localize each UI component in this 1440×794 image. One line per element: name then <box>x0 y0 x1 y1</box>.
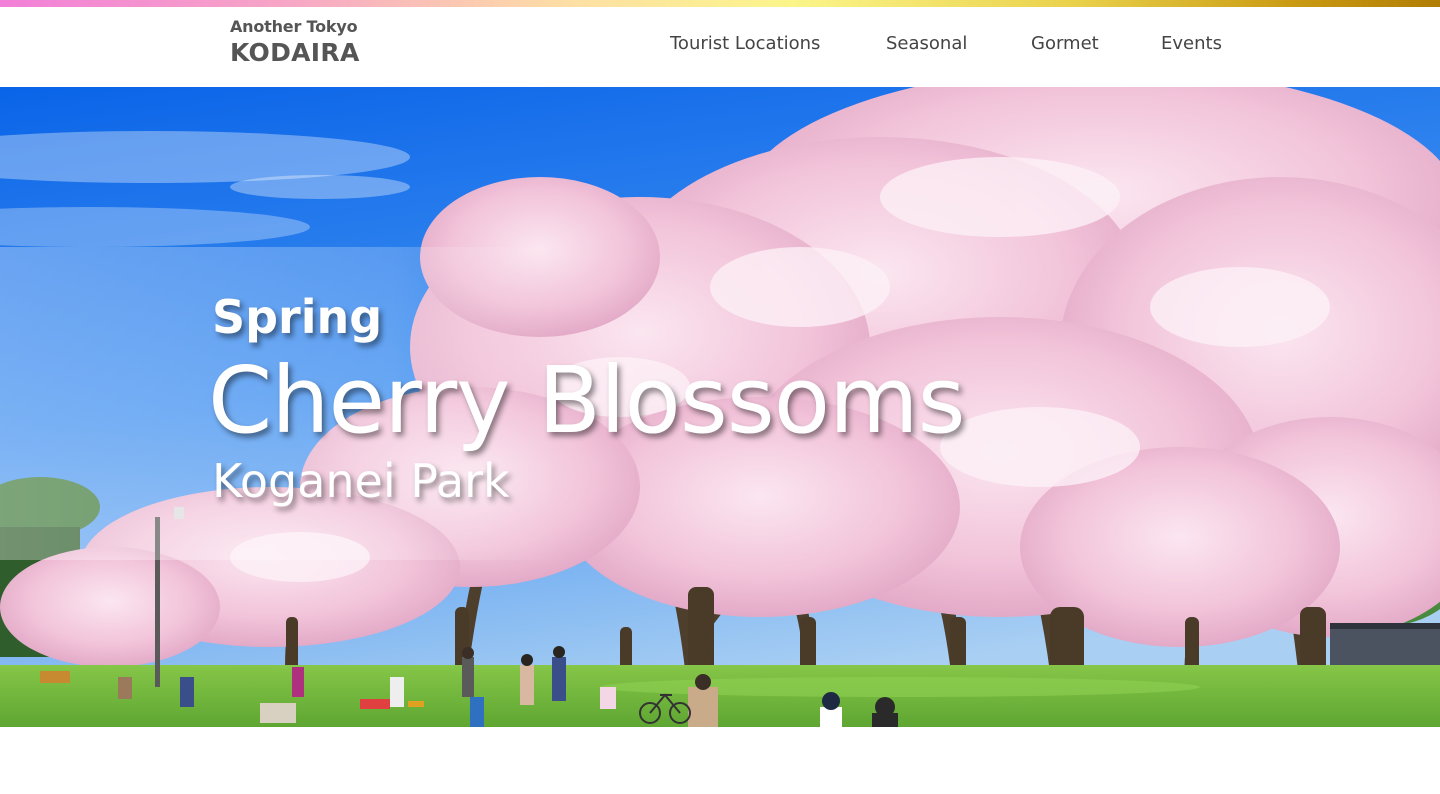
hero-caption: Spring Cherry Blossoms Koganei Park <box>208 287 966 509</box>
hero-location: Koganei Park <box>212 454 510 508</box>
nav-seasonal[interactable]: Seasonal <box>886 31 967 57</box>
nav-tourist-locations[interactable]: Tourist Locations <box>670 31 820 57</box>
main-nav: Tourist Locations Seasonal Gormet Events <box>0 31 1440 61</box>
hero-banner[interactable]: Spring Cherry Blossoms Koganei Park <box>0 87 1440 727</box>
nav-gormet[interactable]: Gormet <box>1031 31 1099 57</box>
top-gradient-bar <box>0 0 1440 7</box>
hero-title: Cherry Blossoms <box>208 347 966 454</box>
nav-events[interactable]: Events <box>1161 31 1222 57</box>
hero-season: Spring <box>212 290 383 344</box>
site-header: Another Tokyo KODAIRA Tourist Locations … <box>0 7 1440 87</box>
